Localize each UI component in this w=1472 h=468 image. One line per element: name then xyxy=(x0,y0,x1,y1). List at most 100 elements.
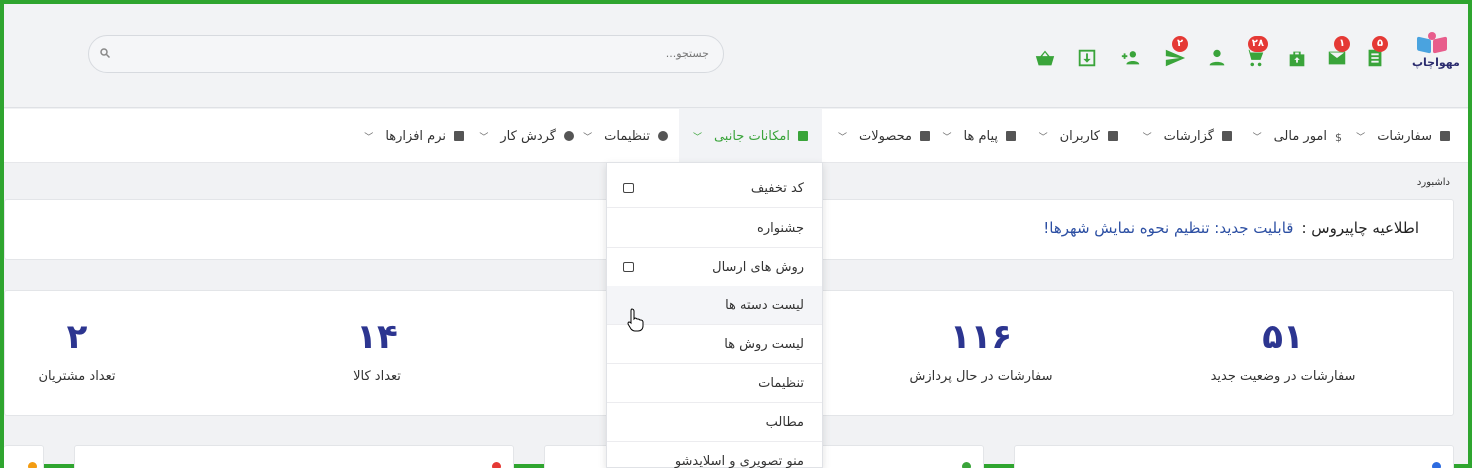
nav-item-products[interactable]: محصولات ﹀ xyxy=(838,109,930,163)
nav-item-orders[interactable]: سفارشات ﹀ xyxy=(1356,109,1450,163)
search-box[interactable]: جستجو... xyxy=(88,35,724,73)
menu-item-shipping-methods[interactable]: روش های ارسال xyxy=(607,248,822,287)
user-icon[interactable] xyxy=(1202,42,1232,74)
menu-item-label: مطالب xyxy=(765,415,804,430)
chevron-down-icon: ﹀ xyxy=(837,132,847,143)
stat-new-orders[interactable]: ۵۱ سفارشات در وضعیت جدید xyxy=(1133,291,1433,417)
stat-label: سفارشات در وضعیت جدید xyxy=(1210,369,1356,384)
nav-label: نرم افزارها xyxy=(385,128,446,144)
menu-item-image-menu-slideshow[interactable]: منو تصویری و اسلایدشو xyxy=(607,442,822,468)
menu-item-label: لیست روش ها xyxy=(724,337,804,352)
stat-label: سفارشات در حال پردازش xyxy=(909,369,1053,384)
stat-value: ۲ xyxy=(66,317,88,357)
status-dot xyxy=(492,462,501,468)
download-icon[interactable] xyxy=(1072,42,1102,74)
chevron-down-icon: ﹀ xyxy=(364,132,374,143)
chart-icon xyxy=(1222,131,1232,141)
send-badge: ۲ xyxy=(1172,36,1188,52)
add-user-icon[interactable] xyxy=(1116,42,1146,74)
chevron-down-icon: ﹀ xyxy=(479,132,489,143)
user-icon xyxy=(1108,131,1118,141)
menu-item-label: لیست دسته ها xyxy=(725,298,804,313)
apps-icon xyxy=(454,131,464,141)
nav-label: امور مالی xyxy=(1273,128,1327,144)
nav-label: امکانات جانبی xyxy=(713,128,790,144)
nav-label: تنظیمات xyxy=(604,128,650,144)
chevron-down-icon: ﹀ xyxy=(692,132,702,143)
chevron-down-icon: ﹀ xyxy=(1252,132,1262,143)
hand-cursor-icon xyxy=(627,308,644,332)
menu-item-articles[interactable]: مطالب xyxy=(607,403,822,442)
chevron-down-icon: ﹀ xyxy=(1142,132,1152,143)
dollar-icon: $ xyxy=(1335,131,1342,144)
stat-value: ۱۱۶ xyxy=(949,317,1013,357)
message-icon xyxy=(1006,131,1016,141)
nav-label: کاربران xyxy=(1059,128,1100,144)
menu-item-festival[interactable]: جشنواره xyxy=(607,209,822,248)
stat-customers[interactable]: ۲ تعداد مشتریان xyxy=(0,291,227,417)
nav-label: گردش کار xyxy=(500,128,556,144)
stat-label: تعداد مشتریان xyxy=(38,369,116,384)
nav-item-finance[interactable]: $ امور مالی ﹀ xyxy=(1253,109,1342,163)
menu-item-label: جشنواره xyxy=(757,221,804,236)
menu-item-label: منو تصویری و اسلایدشو xyxy=(674,454,804,468)
menu-item-settings[interactable]: تنظیمات xyxy=(607,364,822,403)
menu-item-label: کد تخفیف xyxy=(750,181,804,196)
nav-label: پیام ها xyxy=(963,128,999,144)
summary-card xyxy=(74,445,514,468)
chevron-down-icon: ﹀ xyxy=(1356,132,1366,143)
menu-item-discount-code[interactable]: کد تخفیف xyxy=(607,169,822,208)
cart-icon[interactable]: ۲۸ xyxy=(1240,36,1270,74)
nav-item-workflow[interactable]: گردش کار ﹀ xyxy=(479,109,574,163)
nav-label: سفارشات xyxy=(1377,128,1432,144)
shopping-bag-icon[interactable] xyxy=(1282,42,1312,74)
workflow-icon xyxy=(564,131,574,141)
shipping-icon xyxy=(623,262,634,272)
nav-item-extras[interactable]: امکانات جانبی ﹀ xyxy=(678,109,822,163)
notice-text: اطلاعیه چاپیروس : قابلیت جدید: تنظیم نحوه… xyxy=(1043,219,1419,237)
notice-title: اطلاعیه چاپیروس : xyxy=(1301,219,1419,237)
nav-item-users[interactable]: کاربران ﹀ xyxy=(1039,109,1118,163)
search-input[interactable]: جستجو... xyxy=(666,36,709,72)
logo-text: مهواچاپ xyxy=(1412,56,1460,69)
nav-label: گزارشات xyxy=(1163,128,1214,144)
summary-card xyxy=(4,445,44,468)
nav-label: محصولات xyxy=(859,128,912,144)
top-bar: مهواچاپ ۵ ۱ ۲۸ ۲ جستجو... xyxy=(4,4,1468,108)
breadcrumb[interactable]: داشبورد xyxy=(1417,177,1450,188)
store-icon xyxy=(920,131,930,141)
nav-item-messages[interactable]: پیام ها ﹀ xyxy=(942,109,1016,163)
mail-icon[interactable]: ۱ xyxy=(1322,36,1352,74)
orders-list-icon[interactable]: ۵ xyxy=(1360,36,1390,74)
cart-icon xyxy=(1440,131,1450,141)
grid-icon xyxy=(798,131,808,141)
orders-badge: ۵ xyxy=(1372,36,1388,52)
summary-card xyxy=(1014,445,1454,468)
status-dot xyxy=(1432,462,1441,468)
stat-products[interactable]: ۱۴ تعداد کالا xyxy=(227,291,527,417)
logo-icon xyxy=(1415,32,1449,54)
status-dot xyxy=(28,462,37,468)
mail-badge: ۱ xyxy=(1334,36,1350,52)
image-icon xyxy=(623,183,634,193)
notice-link[interactable]: قابلیت جدید: تنظیم نحوه نمایش شهرها! xyxy=(1043,219,1293,237)
chevron-down-icon: ﹀ xyxy=(583,132,593,143)
chevron-down-icon: ﹀ xyxy=(942,132,952,143)
stat-value: ۵۱ xyxy=(1262,317,1304,357)
main-nav: سفارشات ﹀ $ امور مالی ﹀ گزارشات ﹀ کاربران ﹀ پ… xyxy=(4,109,1468,163)
stat-processing-orders[interactable]: ۱۱۶ سفارشات در حال پردازش xyxy=(831,291,1131,417)
nav-item-apps[interactable]: نرم افزارها ﹀ xyxy=(364,109,464,163)
gear-icon xyxy=(658,131,668,141)
cart-badge: ۲۸ xyxy=(1247,36,1268,52)
header-icons: ۵ ۱ ۲۸ ۲ xyxy=(1028,36,1408,76)
stat-value: ۱۴ xyxy=(356,317,398,357)
nav-item-settings[interactable]: تنظیمات ﹀ xyxy=(583,109,668,163)
search-icon xyxy=(100,48,111,59)
basket-icon[interactable] xyxy=(1030,42,1060,74)
logo[interactable]: مهواچاپ xyxy=(1412,32,1460,69)
nav-item-reports[interactable]: گزارشات ﹀ xyxy=(1143,109,1232,163)
menu-item-label: تنظیمات xyxy=(758,376,804,391)
send-icon[interactable]: ۲ xyxy=(1160,36,1190,74)
stat-label: تعداد کالا xyxy=(353,369,401,384)
status-dot xyxy=(962,462,971,468)
